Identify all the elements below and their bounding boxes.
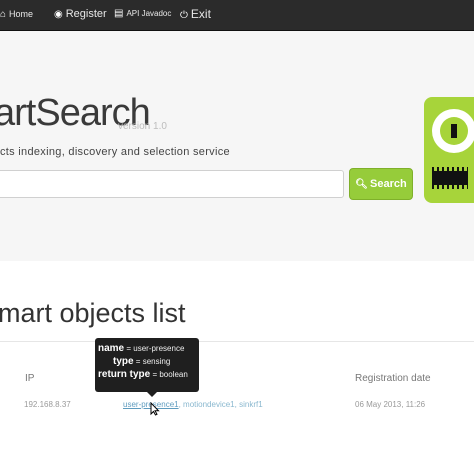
chip-icon bbox=[451, 124, 457, 138]
section-title: mart objects list bbox=[0, 298, 186, 328]
tooltip-arrow bbox=[147, 392, 157, 397]
nav-api-javadoc-label: API Javadoc bbox=[126, 9, 172, 18]
nav-home-label: Home bbox=[9, 9, 34, 19]
home-icon: ⌂ bbox=[0, 9, 7, 20]
nav-register[interactable]: ◉ Register bbox=[54, 0, 107, 30]
tooltip-name-value: user-presence bbox=[133, 344, 185, 353]
tooltip-name-key: name bbox=[98, 343, 125, 354]
search-button-label: Search bbox=[370, 178, 407, 190]
search-input[interactable] bbox=[0, 170, 344, 198]
nav-exit-label: Exit bbox=[190, 7, 211, 21]
tooltip-type-key: type bbox=[113, 356, 134, 367]
app-version: version 1.0 bbox=[118, 121, 167, 132]
tooltip-type-value: sensing bbox=[142, 357, 171, 366]
nav-exit[interactable]: ⏻ Exit bbox=[180, 0, 211, 30]
logo-inner-circle bbox=[440, 117, 468, 145]
row-objects: user-presence1, motiondevice1, sinkrf1 bbox=[123, 400, 263, 409]
object-link[interactable]: sinkrf1 bbox=[239, 400, 263, 409]
search-icon: 🔍︎ bbox=[355, 179, 368, 190]
section-divider bbox=[0, 341, 474, 342]
search-button[interactable]: 🔍︎ Search bbox=[349, 168, 413, 200]
app-tagline: cts indexing, discovery and selection se… bbox=[0, 146, 230, 158]
top-navbar: ⌂ Home ◉ Register ▤ API Javadoc ⏻ Exit bbox=[0, 0, 474, 31]
user-circle-icon: ◉ bbox=[54, 9, 63, 20]
object-tooltip: name = user-presence type = sensing retu… bbox=[95, 338, 199, 397]
exit-icon: ⏻ bbox=[180, 10, 188, 21]
row-ip: 192.168.8.37 bbox=[24, 400, 71, 409]
nav-home[interactable]: ⌂ Home bbox=[0, 0, 33, 30]
nav-register-label: Register bbox=[65, 8, 107, 20]
column-header-ip: IP bbox=[25, 373, 35, 384]
object-link[interactable]: motiondevice1 bbox=[183, 400, 235, 409]
app-logo bbox=[424, 97, 474, 203]
tooltip-return-key: return type bbox=[98, 369, 151, 380]
chip-body-icon bbox=[432, 171, 468, 185]
tooltip-return-value: boolean bbox=[159, 370, 188, 379]
nav-api-javadoc[interactable]: ▤ API Javadoc bbox=[114, 0, 171, 30]
row-registration-date: 06 May 2013, 11:26 bbox=[355, 400, 426, 409]
mouse-pointer-icon bbox=[150, 402, 160, 416]
document-icon: ▤ bbox=[114, 8, 124, 19]
column-header-registration-date: Registration date bbox=[355, 373, 431, 384]
